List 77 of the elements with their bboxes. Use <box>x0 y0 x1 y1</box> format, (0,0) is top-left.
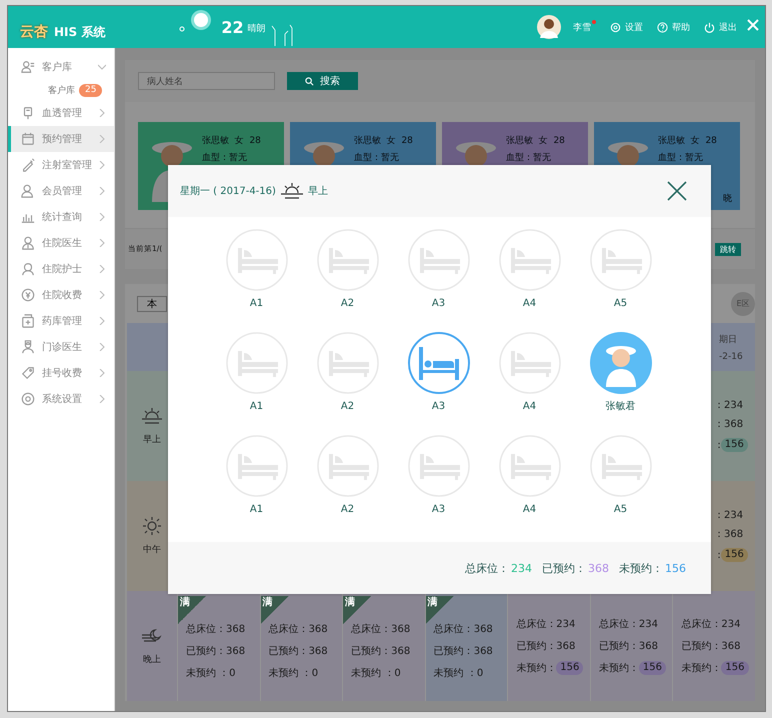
patient-info: 张思敏 女 28 <box>506 134 566 147</box>
bed-label: A3 <box>432 400 446 414</box>
free-count: 156 <box>720 548 748 562</box>
stat-value: 368 <box>588 562 609 574</box>
stat-label: 已预约： <box>542 560 586 576</box>
booked-count: : 368 <box>717 529 744 540</box>
free-label: : <box>717 440 721 450</box>
app-title: HIS 系统 <box>54 24 106 41</box>
bed-label: A1 <box>250 503 264 517</box>
full-ribbon: 满 <box>343 596 372 624</box>
period-label: 晚上 <box>143 654 161 666</box>
free-label: 未预约 ：0 <box>268 666 318 680</box>
stat-label: 总床位： <box>465 560 509 576</box>
bed-label: 张敏君 <box>606 400 636 414</box>
bed-label: A1 <box>250 297 264 311</box>
free-label: 未预约： <box>681 662 722 675</box>
patient-info: 张思敏 女 28 <box>354 134 414 147</box>
weather-condition: 晴朗 <box>248 22 266 35</box>
free-count: 156 <box>556 661 584 675</box>
bed-total: : 234 <box>717 510 744 521</box>
bed-label: A4 <box>522 297 536 311</box>
count-badge: 25 <box>79 84 102 96</box>
bed-label: A3 <box>432 297 446 311</box>
free-count: 156 <box>638 661 666 675</box>
patient-info: 张思敏 女 28 <box>658 134 718 147</box>
booked-count: 已预约：368 <box>434 645 494 658</box>
bed-total: 总床位：368 <box>434 622 494 636</box>
free-label: 未预约： <box>516 662 556 675</box>
dialog-period: 早上 <box>308 184 328 198</box>
bed-label: A4 <box>522 400 536 414</box>
bed-label: A2 <box>340 297 354 311</box>
dialog-date: 星期一 ( 2017-4-16) <box>180 184 276 198</box>
booked-count: 已预约：368 <box>268 645 329 658</box>
blood-type: 血型：暂无 <box>658 152 704 164</box>
period-label: 早上 <box>143 434 161 446</box>
full-ribbon: 满 <box>260 596 289 624</box>
free-count: 156 <box>720 438 748 452</box>
patient-info: 张思敏 女 28 <box>202 134 262 147</box>
day-name: 期日 <box>719 334 738 346</box>
bed-label: A4 <box>522 503 536 517</box>
booked-count: 已预约：368 <box>516 640 576 653</box>
full-ribbon: 满 <box>178 596 206 624</box>
free-label: 未预约 ：0 <box>434 666 484 680</box>
booked-count: 已预约：368 <box>681 640 742 653</box>
full-ribbon: 满 <box>426 596 454 624</box>
bed-total: : 234 <box>717 400 744 411</box>
logo-mark: 云杏 <box>20 23 48 41</box>
free-label: : <box>717 550 721 560</box>
temperature: 22 <box>221 18 244 36</box>
day-date: -2-16 <box>719 352 744 362</box>
blood-type: 血型：暂无 <box>202 152 248 164</box>
bed-label: A5 <box>614 297 628 311</box>
blood-type: 血型：暂无 <box>506 152 552 164</box>
bed-label: A2 <box>340 503 354 517</box>
free-label: 未预约： <box>598 662 639 675</box>
free-label: 未预约 ：0 <box>351 666 401 680</box>
bed-label: A3 <box>432 503 446 517</box>
stat-label: 未预约： <box>619 560 663 576</box>
free-count: 156 <box>721 661 749 675</box>
bed-label: A5 <box>614 503 628 517</box>
patient-note: 晓 <box>723 192 732 205</box>
bed-total: 总床位：234 <box>598 618 659 631</box>
stat-value: 234 <box>511 562 532 574</box>
booked-count: 已预约：368 <box>351 645 412 658</box>
blood-type: 血型：暂无 <box>354 152 400 164</box>
bed-total: 总床位：368 <box>186 622 246 636</box>
booked-count: 已预约：368 <box>186 645 246 658</box>
free-label: 未预约 ：0 <box>186 666 236 680</box>
booked-count: 已预约：368 <box>598 640 659 653</box>
bed-label: A2 <box>340 400 354 414</box>
bed-total: 总床位：234 <box>681 618 742 631</box>
bed-total: 总床位：234 <box>516 618 576 631</box>
period-label: 中午 <box>143 544 161 556</box>
bed-label: A1 <box>250 400 264 414</box>
booked-count: : 368 <box>717 419 744 430</box>
bed-total: 总床位：368 <box>351 622 412 636</box>
bed-total: 总床位：368 <box>268 622 329 636</box>
